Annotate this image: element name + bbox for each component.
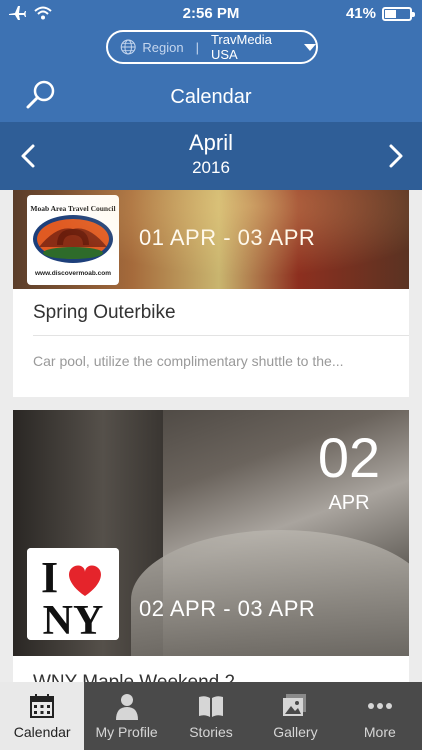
tab-my-profile[interactable]: My Profile (84, 682, 168, 750)
region-selector[interactable]: Region | TravMedia USA (106, 30, 318, 64)
event-image: 02 APR I NY 02 APR - 03 APR (13, 410, 409, 656)
status-bar: 2:56 PM 41% (0, 0, 422, 28)
card-divider (33, 335, 409, 336)
gallery-icon (283, 694, 307, 716)
tab-calendar[interactable]: Calendar (0, 682, 85, 750)
sap-bucket (131, 530, 409, 656)
tab-more[interactable]: More (338, 682, 422, 750)
tab-stories[interactable]: Stories (169, 682, 253, 750)
globe-icon (120, 39, 136, 55)
event-title: Spring Outerbike (33, 302, 176, 323)
event-title: WNY Maple Weekend 2... (33, 672, 251, 682)
event-image: Moab Area Travel Council www.discovermoa… (13, 190, 409, 289)
month-navigator: April 2016 (0, 122, 422, 190)
logo-text-bottom: www.discovermoab.com (34, 270, 111, 277)
person-icon (115, 694, 138, 720)
next-month-button[interactable] (380, 140, 410, 172)
logo-text-top: Moab Area Travel Council (30, 204, 115, 213)
year-label: 2016 (192, 158, 230, 177)
battery-percent: 41% (345, 5, 376, 22)
chevron-down-icon (304, 43, 316, 51)
event-card[interactable]: 02 APR I NY 02 APR - 03 APR WNY Maple We… (13, 410, 409, 682)
event-date-range: 01 APR - 03 APR (139, 225, 316, 250)
calendar-icon (30, 694, 55, 718)
event-date-range: 02 APR - 03 APR (139, 596, 316, 621)
moab-logo: Moab Area Travel Council www.discovermoa… (27, 195, 119, 285)
page-title: Calendar (170, 86, 252, 108)
event-list: Moab Area Travel Council www.discovermoa… (0, 190, 422, 682)
region-separator: | (195, 39, 199, 55)
region-label: Region (142, 39, 184, 55)
logo-text-ny: NY (43, 598, 104, 640)
event-description: Car pool, utilize the complimentary shut… (33, 353, 344, 369)
event-day: 02 (317, 426, 381, 489)
month-label: April (188, 130, 233, 155)
tab-stories-label: Stories (189, 724, 233, 740)
book-icon (199, 696, 224, 717)
region-value: TravMedia USA (210, 32, 272, 62)
app-header: 2:56 PM 41% Region | TravMedia USA Calen… (0, 0, 422, 122)
tab-my-profile-label: My Profile (95, 724, 158, 740)
battery-icon (382, 6, 415, 21)
i-love-ny-logo: I NY (27, 548, 119, 640)
event-month: APR (328, 492, 370, 514)
tab-calendar-label: Calendar (13, 724, 71, 740)
more-icon (367, 703, 392, 709)
tab-more-label: More (363, 724, 396, 740)
tab-gallery-label: Gallery (273, 724, 318, 740)
tab-bar: Calendar My Profile Stories Gallery More (0, 682, 422, 750)
event-card[interactable]: Moab Area Travel Council www.discovermoa… (13, 190, 409, 397)
svg-text:I: I (41, 553, 58, 602)
tab-gallery[interactable]: Gallery (253, 682, 337, 750)
